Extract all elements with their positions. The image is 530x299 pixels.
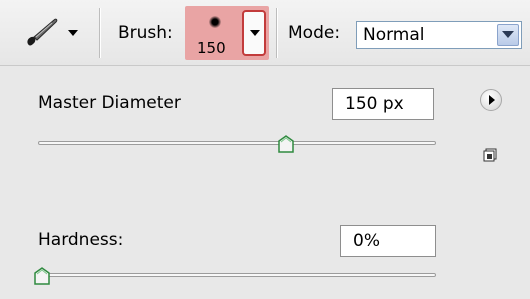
tool-preset-dropdown-arrow[interactable] bbox=[68, 30, 78, 36]
flyout-menu-icon[interactable] bbox=[480, 89, 502, 111]
hardness-field[interactable]: 0% bbox=[340, 225, 436, 257]
master-diameter-field[interactable]: 150 px bbox=[332, 88, 434, 120]
hardness-slider-thumb[interactable] bbox=[34, 267, 50, 285]
chevron-down-icon[interactable] bbox=[497, 24, 519, 46]
mode-select-value: Normal bbox=[363, 25, 425, 45]
new-preset-icon[interactable] bbox=[483, 147, 497, 162]
mode-select[interactable]: Normal bbox=[356, 21, 522, 49]
separator bbox=[99, 8, 100, 58]
brush-size-label: 150 bbox=[197, 39, 226, 57]
options-bar: Brush: 150 Mode: Normal bbox=[0, 0, 530, 66]
separator bbox=[276, 8, 277, 58]
brush-picker-dropdown-button[interactable] bbox=[242, 10, 266, 56]
hardness-label: Hardness: bbox=[38, 230, 124, 250]
master-diameter-slider-thumb[interactable] bbox=[278, 135, 294, 153]
brush-label: Brush: bbox=[118, 23, 173, 43]
master-diameter-slider-track[interactable] bbox=[38, 141, 436, 145]
hardness-slider-track[interactable] bbox=[38, 273, 436, 277]
mode-label: Mode: bbox=[288, 23, 341, 43]
brush-tip-icon bbox=[209, 16, 221, 28]
master-diameter-label: Master Diameter bbox=[38, 93, 181, 113]
brush-tool-icon[interactable] bbox=[24, 16, 60, 48]
